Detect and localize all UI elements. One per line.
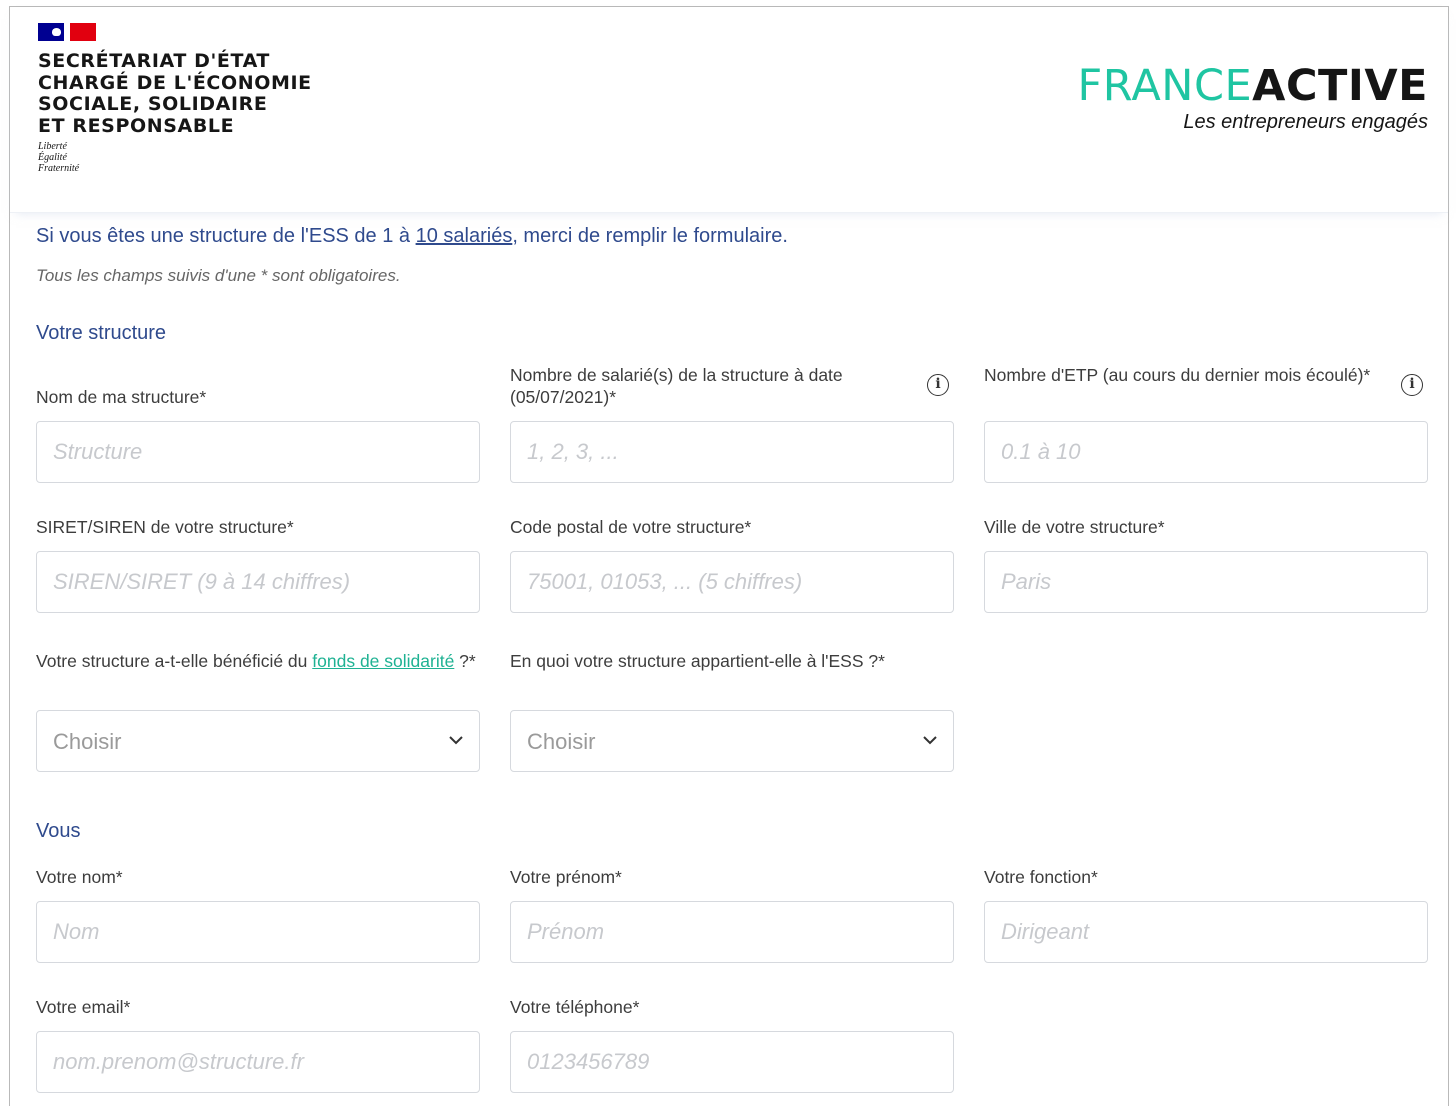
ess-membership-select[interactable]: Choisir (510, 710, 954, 772)
intro-text: Si vous êtes une structure de l'ESS de 1… (36, 225, 788, 248)
brand-name-part1: FRANCE (1077, 61, 1253, 111)
firstname-label: Votre prénom* (510, 867, 622, 887)
email-label: Votre email* (36, 997, 131, 1017)
label-text-part: ?* (454, 651, 476, 671)
intro-text-part: Si vous êtes une structure de l'ESS de 1… (36, 225, 416, 247)
city-input[interactable] (984, 551, 1428, 613)
page-header: SECRÉTARIAT D'ÉTAT CHARGÉ DE L'ÉCONOMIE … (10, 7, 1448, 213)
etp-label: Nombre d'ETP (au cours du dernier mois é… (984, 365, 1371, 385)
structure-name-label: Nom de ma structure* (36, 387, 207, 407)
siret-label: SIRET/SIREN de votre structure* (36, 517, 294, 537)
lastname-input[interactable] (36, 901, 480, 963)
structure-name-input[interactable] (36, 421, 480, 483)
gov-title-line: SOCIALE, SOLIDAIRE (38, 93, 268, 115)
firstname-input[interactable] (510, 901, 954, 963)
employees-count-label: Nombre de salarié(s) de la structure à d… (510, 365, 843, 407)
motto-line: Égalité (38, 152, 67, 163)
form-page: SECRÉTARIAT D'ÉTAT CHARGÉ DE L'ÉCONOMIE … (9, 6, 1449, 1106)
brand-name-part2: ACTIVE (1252, 61, 1428, 111)
select-value: Choisir (53, 729, 122, 754)
city-label: Ville de votre structure* (984, 517, 1165, 537)
chevron-down-icon (449, 736, 463, 745)
chevron-down-icon (923, 736, 937, 745)
brand-tagline: Les entrepreneurs engagés (1183, 111, 1428, 133)
france-active-logo: FRANCEACTIVE Les entrepreneurs engagés (1078, 63, 1428, 134)
government-logo: SECRÉTARIAT D'ÉTAT CHARGÉ DE L'ÉCONOMIE … (38, 23, 312, 174)
gov-title-line: CHARGÉ DE L'ÉCONOMIE (38, 71, 312, 94)
gov-title-line: ET RESPONSABLE (38, 114, 235, 137)
government-title: SECRÉTARIAT D'ÉTAT CHARGÉ DE L'ÉCONOMIE … (38, 50, 312, 137)
postal-code-label: Code postal de votre structure* (510, 517, 752, 537)
role-label: Votre fonction* (984, 867, 1098, 887)
motto-line: Fraternité (38, 163, 80, 174)
etp-input[interactable] (984, 421, 1428, 483)
select-value: Choisir (527, 729, 596, 754)
section-title-person: Vous (36, 820, 81, 842)
lastname-label: Votre nom* (36, 867, 123, 887)
siret-input[interactable] (36, 551, 480, 613)
intro-text-part: , merci de remplir le formulaire. (512, 225, 788, 247)
info-icon[interactable]: i (927, 374, 949, 396)
section-title-structure: Votre structure (36, 322, 167, 344)
solidarity-fund-link[interactable]: fonds de solidarité (312, 651, 454, 671)
employees-limit-link[interactable]: 10 salariés (416, 225, 513, 247)
postal-code-input[interactable] (510, 551, 954, 613)
required-fields-note: Tous les champs suivis d'une * sont obli… (36, 266, 401, 285)
gov-title-line: SECRÉTARIAT D'ÉTAT (38, 50, 270, 72)
motto-line: Liberté (38, 141, 67, 152)
employees-count-input[interactable] (510, 421, 954, 483)
info-icon[interactable]: i (1401, 374, 1423, 396)
government-motto: Liberté Égalité Fraternité (38, 141, 312, 174)
phone-label: Votre téléphone* (510, 997, 640, 1017)
role-input[interactable] (984, 901, 1428, 963)
email-input[interactable] (36, 1031, 480, 1093)
ess-membership-label: En quoi votre structure appartient-elle … (510, 651, 885, 671)
solidarity-fund-select[interactable]: Choisir (36, 710, 480, 772)
phone-input[interactable] (510, 1031, 954, 1093)
french-flag-icon (38, 23, 96, 41)
brand-name: FRANCEACTIVE (1078, 63, 1428, 109)
solidarity-fund-label: Votre structure a-t-elle bénéficié du fo… (36, 647, 486, 675)
label-text-part: Votre structure a-t-elle bénéficié du (36, 651, 313, 671)
